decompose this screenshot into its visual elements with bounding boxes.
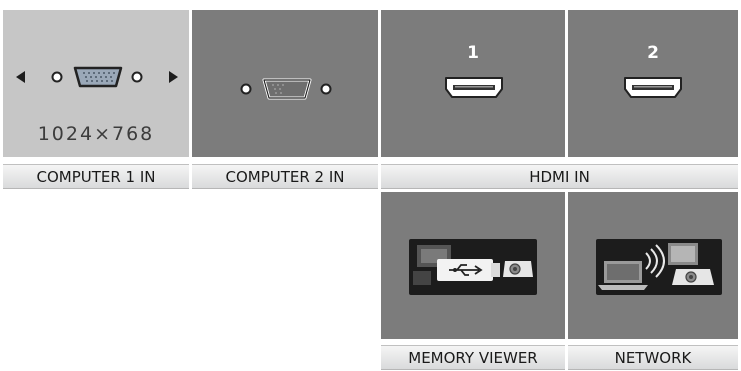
hdmi1-tile[interactable]: 1: [381, 10, 565, 157]
hdmi-port-icon: [624, 77, 682, 98]
right-arrow-icon[interactable]: [167, 70, 179, 84]
computer2-label[interactable]: COMPUTER 2 IN: [192, 164, 378, 189]
resolution-text: 1024×768: [37, 123, 155, 145]
hdmi-port-icon: [445, 77, 503, 98]
vga-port-icon: [240, 78, 332, 100]
memory-viewer-label[interactable]: MEMORY VIEWER: [381, 345, 565, 370]
computer1-label[interactable]: COMPUTER 1 IN: [3, 164, 189, 189]
left-arrow-icon[interactable]: [15, 70, 27, 84]
usb-memory-icon: [409, 239, 537, 295]
network-icon: [596, 239, 722, 295]
computer1-tile[interactable]: 1024×768: [3, 10, 189, 157]
hdmi1-number: 1: [467, 43, 479, 63]
network-label[interactable]: NETWORK: [568, 345, 738, 370]
network-tile[interactable]: [568, 192, 738, 339]
vga-port-icon: [51, 66, 143, 88]
hdmi2-tile[interactable]: 2: [568, 10, 738, 157]
memory-viewer-tile[interactable]: [381, 192, 565, 339]
computer2-tile[interactable]: [192, 10, 378, 157]
hdmi2-number: 2: [647, 43, 659, 63]
hdmi-label[interactable]: HDMI IN: [381, 164, 738, 189]
